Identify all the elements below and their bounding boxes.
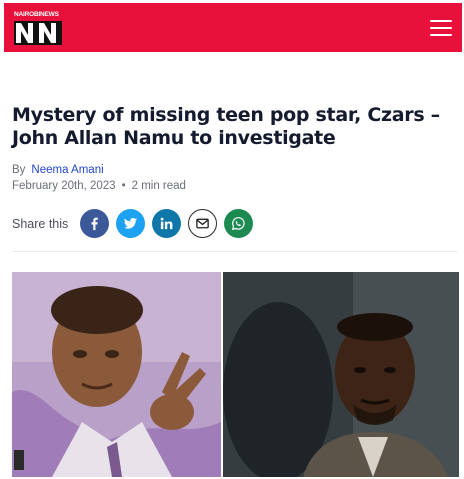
whatsapp-share-button[interactable] — [224, 209, 254, 238]
byline: By Neema Amani — [12, 164, 104, 176]
email-share-button[interactable] — [188, 209, 218, 238]
meta-separator: • — [121, 180, 126, 192]
by-label: By — [12, 164, 26, 176]
logo-wordmark: NAIROBINEWS — [14, 10, 59, 18]
facebook-icon — [91, 217, 99, 231]
photo-of-young-man-in-purple-suit — [12, 272, 221, 477]
hamburger-menu-icon[interactable] — [430, 19, 452, 36]
photo-of-man-portrait — [223, 272, 459, 477]
logo-nn-mark — [14, 20, 62, 45]
twitter-icon — [124, 217, 138, 229]
divider — [12, 251, 458, 252]
email-icon — [196, 218, 210, 229]
article-title: Mystery of missing teen pop star, Czars … — [12, 104, 440, 149]
site-header: NAIROBINEWS — [4, 3, 462, 52]
linkedin-share-button[interactable] — [152, 209, 182, 238]
facebook-share-button[interactable] — [80, 209, 110, 238]
twitter-share-button[interactable] — [116, 209, 146, 238]
publish-date: February 20th, 2023 — [12, 180, 116, 192]
article-meta: February 20th, 2023 • 2 min read — [12, 180, 186, 192]
nairobi-news-logo[interactable]: NAIROBINEWS — [14, 11, 64, 45]
share-bar: Share this — [12, 209, 260, 238]
whatsapp-icon — [232, 217, 245, 231]
linkedin-icon — [160, 217, 173, 230]
read-time: 2 min read — [131, 180, 186, 192]
share-label: Share this — [12, 216, 69, 231]
author-link[interactable]: Neema Amani — [31, 164, 103, 176]
